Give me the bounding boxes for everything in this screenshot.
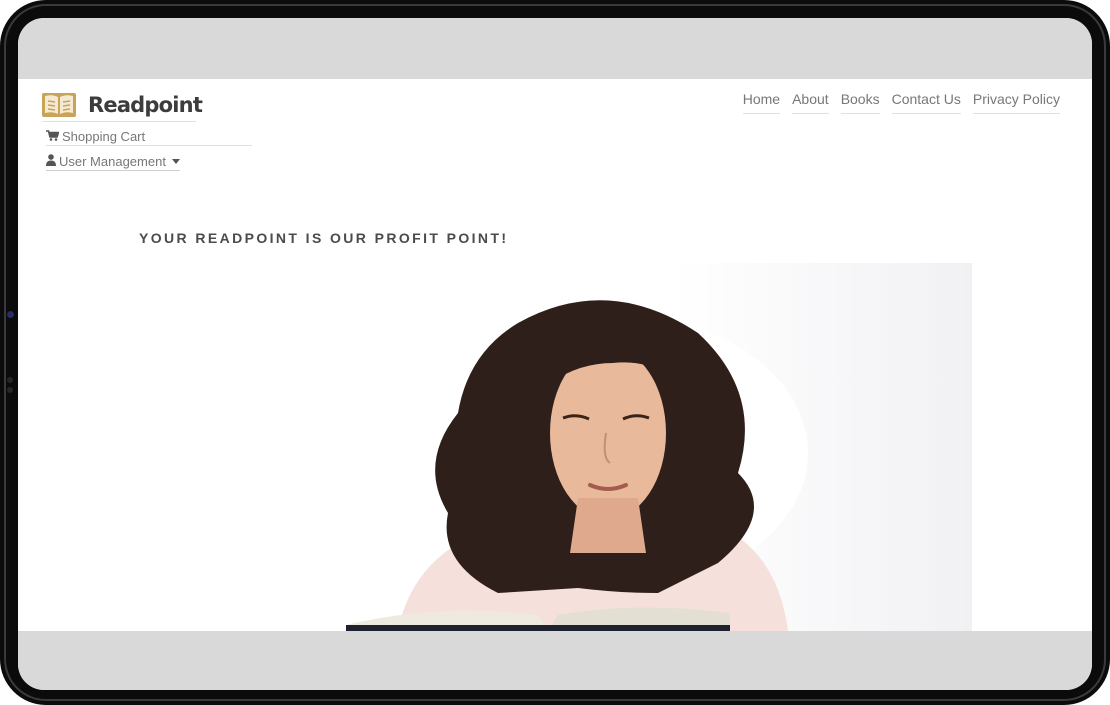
nav-privacy-policy[interactable]: Privacy Policy [972, 91, 1060, 114]
shopping-cart-label: Shopping Cart [62, 129, 146, 144]
shopping-cart-icon [46, 129, 62, 144]
sensor-dot [7, 387, 13, 393]
user-icon [46, 154, 59, 169]
open-book-icon [42, 92, 76, 118]
screen: Readpoint Home About Books Contact Us Pr… [18, 18, 1092, 690]
shopping-cart-link[interactable]: Shopping Cart [46, 129, 252, 146]
chevron-down-icon [171, 159, 180, 164]
hero-image [18, 263, 1092, 631]
sensor-dot [7, 377, 13, 383]
camera-dot [7, 311, 14, 318]
main-nav: Home About Books Contact Us Privacy Poli… [742, 91, 1060, 114]
tablet-frame: Readpoint Home About Books Contact Us Pr… [0, 0, 1110, 705]
hero-tagline: YOUR READPOINT IS OUR PROFIT POINT! [139, 230, 509, 246]
nav-about[interactable]: About [792, 91, 829, 114]
nav-books[interactable]: Books [840, 91, 880, 114]
bottom-browser-bar [18, 631, 1092, 690]
web-page: Readpoint Home About Books Contact Us Pr… [18, 79, 1092, 631]
brand-logo[interactable]: Readpoint [42, 89, 203, 122]
brand-name: Readpoint [88, 93, 203, 117]
nav-contact-us[interactable]: Contact Us [891, 91, 961, 114]
user-management-label: User Management [59, 154, 166, 169]
user-management-dropdown[interactable]: User Management [46, 154, 180, 171]
top-browser-bar [18, 18, 1092, 79]
nav-home[interactable]: Home [742, 91, 781, 114]
